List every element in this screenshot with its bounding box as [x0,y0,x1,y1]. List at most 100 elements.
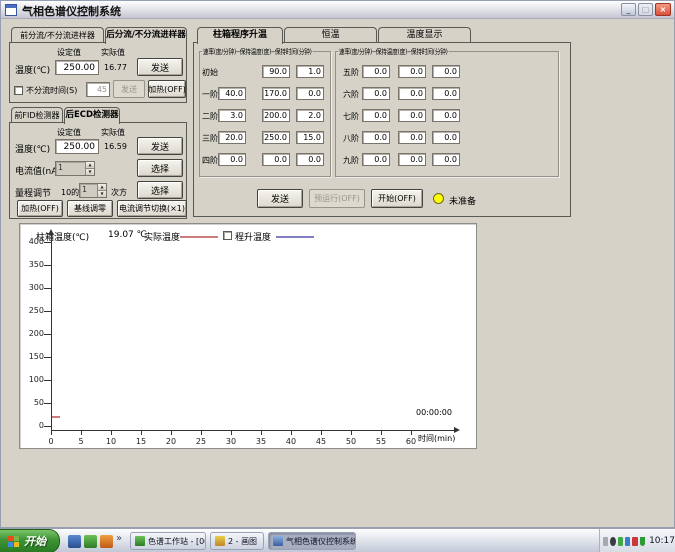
detector-send-button[interactable]: 发送 [137,137,183,155]
task-label: 色谱工作站 - [001] [148,536,206,547]
y-tick-mark [44,426,51,427]
x-tick-label: 25 [191,437,211,446]
y-tick-label: 150 [22,352,44,361]
paint-icon [215,536,225,546]
detector-temp-input[interactable] [55,139,99,154]
stage-temp-input[interactable] [262,65,290,78]
detector-current-switch-button[interactable]: 电流调节切换(×1) [117,200,187,217]
injector-temp-input[interactable] [55,60,99,75]
stage-temp-input[interactable] [262,87,290,100]
stage-time-input[interactable] [296,131,324,144]
injector-send-button[interactable]: 发送 [137,58,183,76]
splitless-time-checkbox[interactable] [14,86,23,95]
stage-rate-input[interactable] [218,131,246,144]
stage-time-input[interactable] [432,131,460,144]
taskbar: 开始 » 色谱工作站 - [001] 2 - 画图 气相色谱仪控制系统 10:1… [0,528,675,552]
stage-label: 初始 [202,67,218,78]
stage-rate-input[interactable] [362,87,390,100]
x-tick-mark [81,430,82,435]
tab-front-injector[interactable]: 前分流/不分流进样器 [11,27,104,43]
quicklaunch-overflow-chevron[interactable]: » [116,533,122,544]
tab-oven-program[interactable]: 柱箱程序升温 [197,27,283,44]
x-tick-label: 10 [101,437,121,446]
update-icon[interactable] [625,537,630,546]
start-button[interactable]: 开始 [0,529,60,552]
oven-start-button[interactable]: 开始(OFF) [371,189,423,208]
detector-range-label: 量程调节 [15,186,51,199]
taskbar-task-gc-control[interactable]: 气相色谱仪控制系统 [268,532,356,550]
detector-current-stepper[interactable]: 1 ▲▼ [55,161,95,176]
quicklaunch-icon-2[interactable] [84,535,97,548]
stage-temp-input[interactable] [262,109,290,122]
y-tick-mark [44,311,51,312]
minimize-button[interactable]: _ [621,3,636,16]
splitless-time-label: 不分流时间(S) [26,85,77,96]
tray-clock: 10:17 [649,536,675,546]
x-tick-mark [261,430,262,435]
stage-time-input[interactable] [432,109,460,122]
title-bar[interactable]: 气相色谱仪控制系统 _ □ × [1,1,674,19]
x-tick-mark [231,430,232,435]
stage-rate-input[interactable] [362,109,390,122]
x-tick-label: 35 [251,437,271,446]
stage-time-input[interactable] [432,65,460,78]
stage-rate-input[interactable] [362,131,390,144]
detector-select1-button[interactable]: 选择 [137,159,183,177]
quicklaunch-icon-3[interactable] [100,535,113,548]
taskbar-task-workstation[interactable]: 色谱工作站 - [001] [130,532,206,550]
x-tick-label: 15 [131,437,151,446]
stage-rate-input[interactable] [218,87,246,100]
tab-front-fid-detector[interactable]: 前FID检测器 [11,107,63,123]
program-temp-checkbox[interactable] [223,231,232,240]
range-value: 1 [82,185,87,194]
clock-icon[interactable] [610,537,615,546]
shield-icon[interactable] [640,537,645,546]
stage-time-input[interactable] [432,153,460,166]
stage-rate-input[interactable] [218,109,246,122]
spin-up-icon: ▲ [98,184,106,191]
close-button[interactable]: × [655,3,671,16]
tab-rear-ecd-detector[interactable]: 后ECD检测器 [64,107,120,124]
oven-send-button[interactable]: 发送 [257,189,303,208]
stage-temp-input[interactable] [398,153,426,166]
taskbar-task-paint[interactable]: 2 - 画图 [210,532,264,550]
stage-rate-input[interactable] [362,65,390,78]
x-tick-mark [171,430,172,435]
detector-range-stepper[interactable]: 1 ▲▼ [79,183,107,198]
detector-zero-button[interactable]: 基线调零 [67,200,113,217]
network-icon[interactable] [618,537,623,546]
tab-rear-injector[interactable]: 后分流/不分流进样器 [105,27,187,44]
printer-icon[interactable] [603,537,608,546]
stage-label: 七阶 [343,111,359,122]
stage-time-input[interactable] [296,65,324,78]
y-tick-label: 200 [22,329,44,338]
tab-temp-display[interactable]: 温度显示 [378,27,471,43]
stage-time-input[interactable] [432,87,460,100]
stage-time-input[interactable] [296,153,324,166]
splitless-time-input[interactable] [86,82,110,97]
detector-panel: 前FID检测器 后ECD检测器 设定值 实际值 温度(℃) 16.59 发送 电… [9,107,187,219]
injector-heat-button[interactable]: 加热(OFF) [148,80,186,98]
detector-select2-button[interactable]: 选择 [137,181,183,199]
chart-current-value: 19.07 ℃ [108,230,147,240]
maximize-button[interactable]: □ [638,3,653,16]
stage-rate-input[interactable] [362,153,390,166]
stage-temp-input[interactable] [398,87,426,100]
stage-label: 二阶 [202,111,218,122]
tab-isothermal[interactable]: 恒温 [284,27,377,43]
detector-temp-actual: 16.59 [104,142,127,151]
task-label: 气相色谱仪控制系统 [286,536,356,547]
stage-temp-input[interactable] [398,109,426,122]
stage-temp-input[interactable] [398,65,426,78]
detector-heat-button[interactable]: 加热(OFF) [17,200,63,217]
stage-time-input[interactable] [296,109,324,122]
actual-value-header: 实际值 [101,127,125,138]
stage-temp-input[interactable] [262,153,290,166]
stage-temp-input[interactable] [398,131,426,144]
stage-time-input[interactable] [296,87,324,100]
x-tick-label: 5 [71,437,91,446]
quicklaunch-icon-1[interactable] [68,535,81,548]
stage-rate-input[interactable] [218,153,246,166]
alert-icon[interactable] [632,537,637,546]
stage-temp-input[interactable] [262,131,290,144]
